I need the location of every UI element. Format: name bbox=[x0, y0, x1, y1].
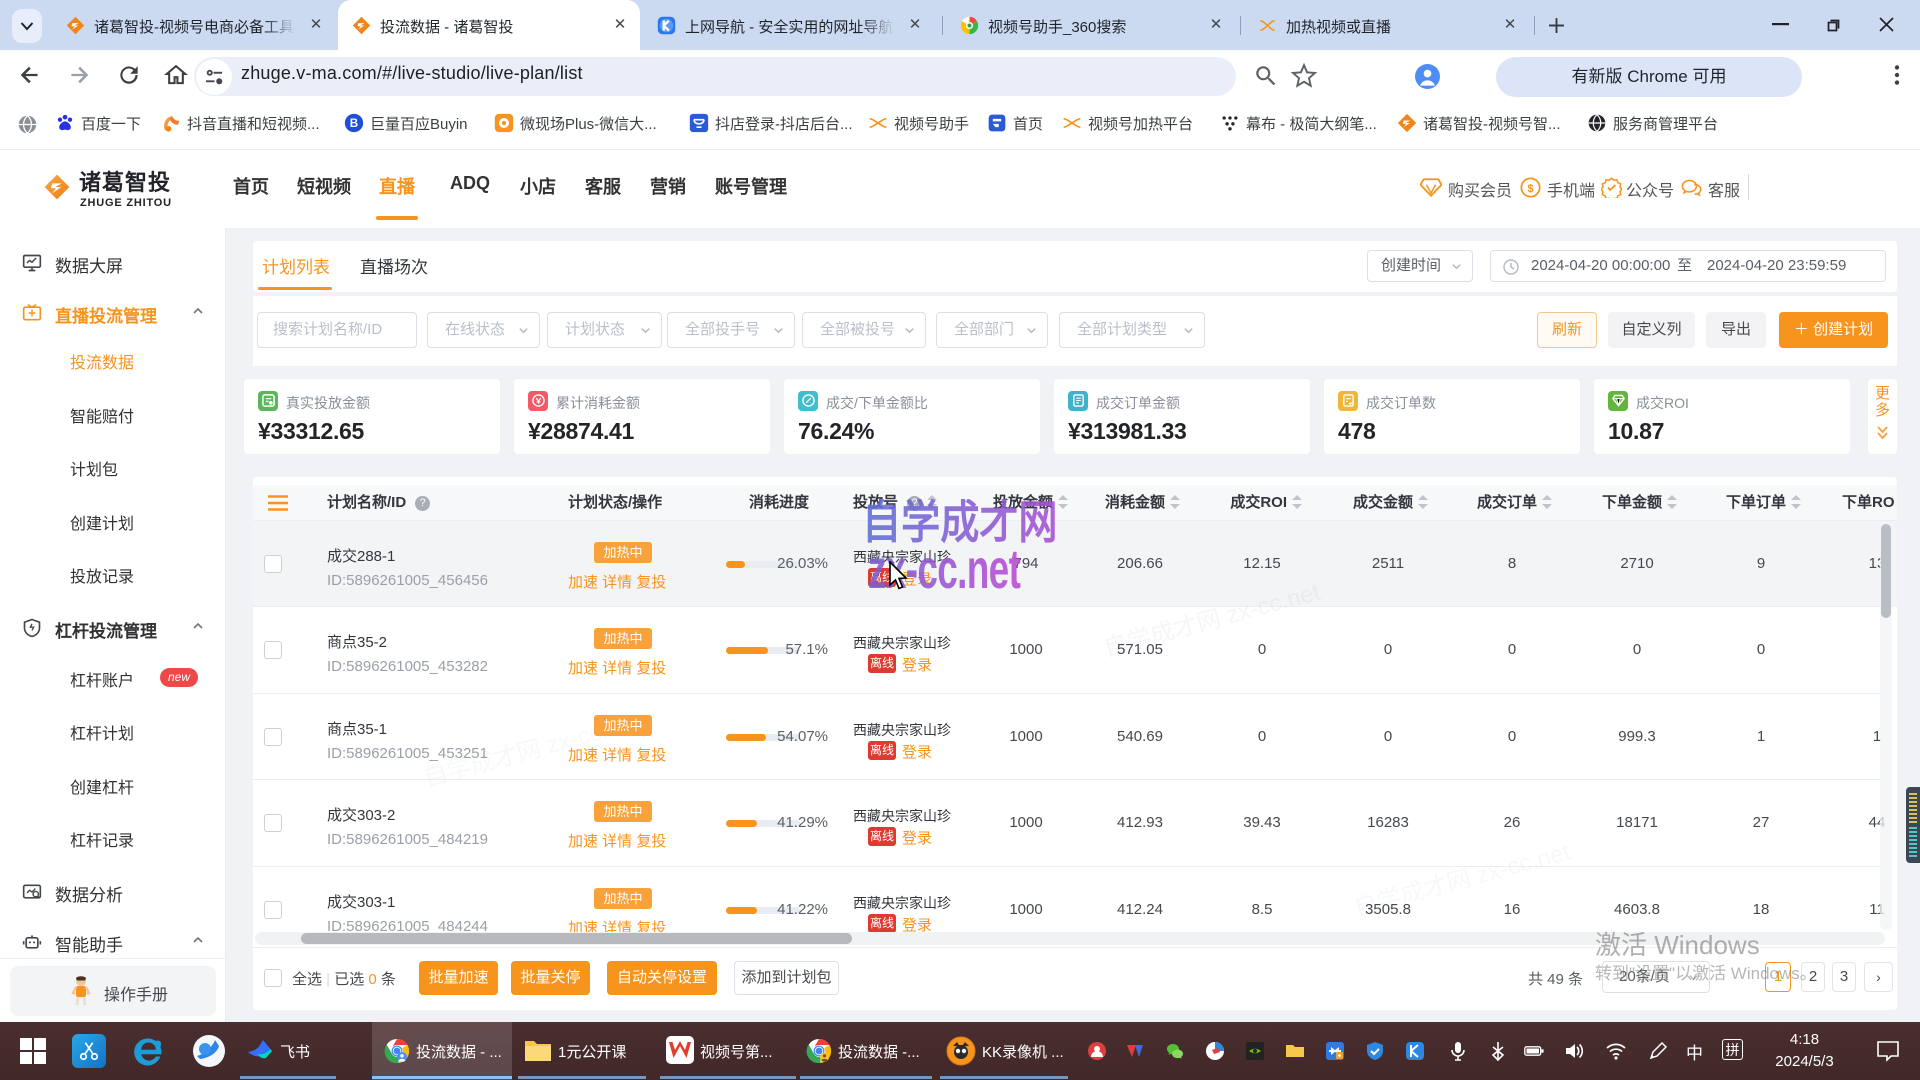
svg-text:$: $ bbox=[1527, 183, 1534, 195]
svg-text:B: B bbox=[350, 117, 358, 130]
